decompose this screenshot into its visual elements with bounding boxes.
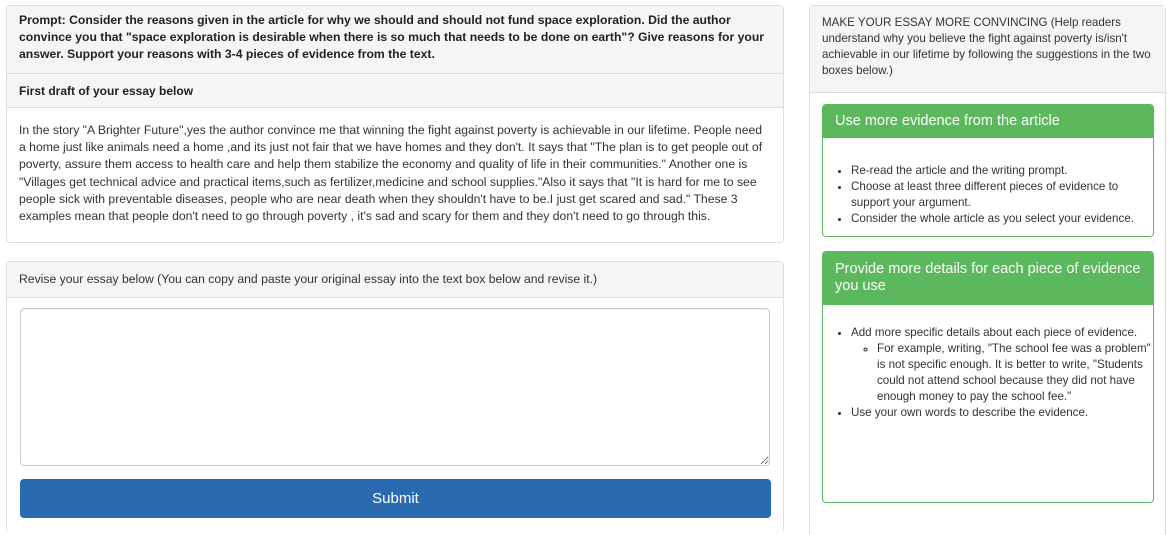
list-item: Re-read the article and the writing prom… [851, 163, 1153, 179]
list-item-text: Add more specific details about each pie… [851, 326, 1138, 339]
list-item: Add more specific details about each pie… [851, 325, 1153, 405]
sidebar-heading: MAKE YOUR ESSAY MORE CONVINCING (Help re… [810, 6, 1165, 93]
revise-panel: Revise your essay below (You can copy an… [6, 261, 784, 531]
first-draft-text: In the story "A Brighter Future",yes the… [19, 123, 763, 224]
revised-essay-textarea[interactable] [20, 308, 770, 466]
revise-heading: Revise your essay below (You can copy an… [7, 262, 783, 298]
first-draft-heading: First draft of your essay below [7, 74, 783, 108]
details-card-title: Provide more details for each piece of e… [823, 252, 1153, 305]
sub-list-item: For example, writing, "The school fee wa… [877, 341, 1153, 405]
evidence-tips-list: Re-read the article and the writing prom… [823, 163, 1153, 227]
details-card: Provide more details for each piece of e… [822, 251, 1154, 503]
writing-prompt: Prompt: Consider the reasons given in th… [7, 6, 783, 74]
evidence-card-title: Use more evidence from the article [823, 105, 1153, 138]
details-tips-list: Add more specific details about each pie… [823, 325, 1153, 421]
submit-button[interactable]: Submit [20, 479, 771, 518]
list-item: Consider the whole article as you select… [851, 211, 1153, 227]
details-sub-list: For example, writing, "The school fee wa… [851, 341, 1153, 405]
prompt-panel: Prompt: Consider the reasons given in th… [6, 5, 784, 243]
list-item: Choose at least three different pieces o… [851, 179, 1153, 211]
evidence-card: Use more evidence from the article Re-re… [822, 104, 1154, 237]
feedback-sidebar: MAKE YOUR ESSAY MORE CONVINCING (Help re… [809, 5, 1166, 535]
list-item: Use your own words to describe the evide… [851, 405, 1153, 421]
